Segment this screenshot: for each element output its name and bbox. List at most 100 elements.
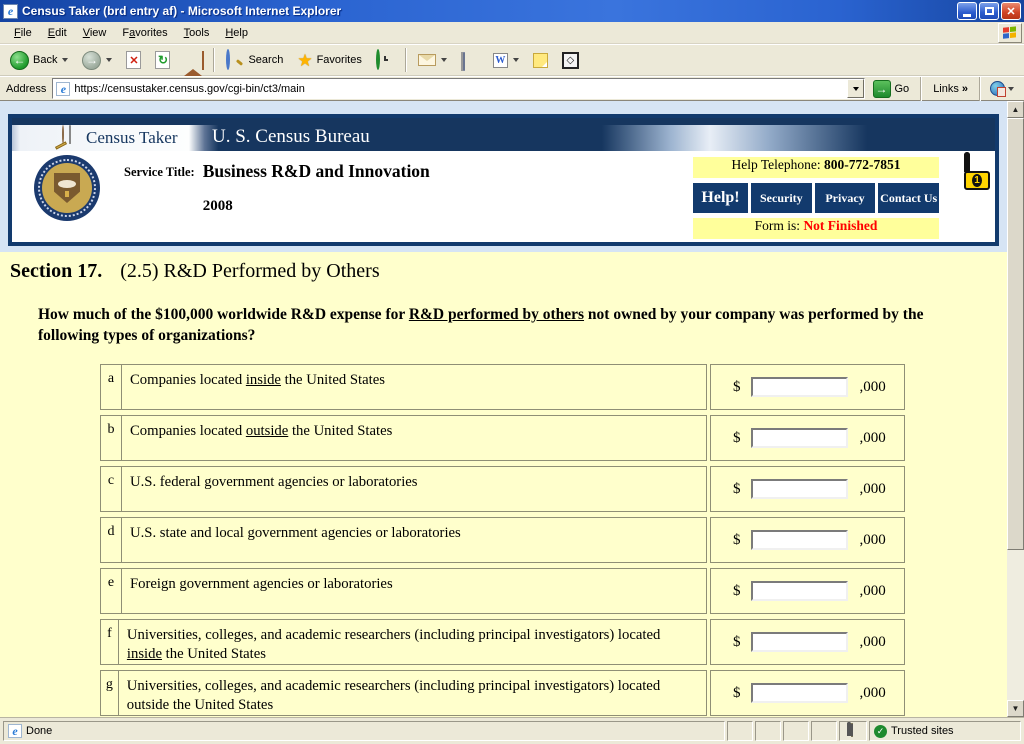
help-telephone: Help Telephone: 800-772-7851 [693, 157, 939, 178]
service-name: Business R&D and Innovation [203, 161, 430, 182]
home-button[interactable] [178, 46, 208, 74]
messenger-button[interactable]: ◇ [556, 46, 585, 74]
security-button[interactable]: Security [751, 183, 812, 213]
menu-tools[interactable]: Tools [176, 24, 218, 42]
amount-input-f[interactable] [751, 632, 848, 652]
glossary-link[interactable]: inside [246, 372, 281, 388]
mail-button[interactable] [412, 46, 453, 74]
mail-dropdown-icon[interactable] [441, 58, 447, 62]
page-header-band: Census Taker U. S. Census Bureau Service… [0, 101, 1007, 252]
status-panel [727, 721, 753, 741]
security-zone: ✓ Trusted sites [869, 721, 1021, 741]
status-panel [755, 721, 781, 741]
favorites-star-icon: ★ [297, 52, 312, 69]
status-lock-icon [847, 724, 859, 738]
links-button[interactable]: Links » [925, 83, 976, 95]
history-button[interactable] [370, 46, 400, 74]
menu-view[interactable]: View [75, 24, 115, 42]
search-button[interactable]: Search [220, 46, 289, 74]
status-lock-panel [839, 721, 867, 741]
menu-favorites[interactable]: Favorites [114, 24, 175, 42]
scroll-down-button[interactable]: ▼ [1007, 700, 1024, 717]
forward-button[interactable]: → [76, 46, 118, 74]
amount-input-g[interactable] [751, 683, 848, 703]
contact-us-button[interactable]: Contact Us [878, 183, 939, 213]
help-button[interactable]: Help! [693, 183, 748, 213]
form-status: Form is: Not Finished [693, 218, 939, 239]
translate-button[interactable] [984, 81, 1020, 96]
census-taker-mascot-icon [54, 126, 80, 150]
back-icon: ← [10, 51, 29, 70]
favorites-button[interactable]: ★ Favorites [291, 46, 368, 74]
refresh-button[interactable]: ↻ [149, 46, 176, 74]
windows-logo-icon [998, 23, 1022, 43]
go-button[interactable]: → Go [865, 80, 918, 98]
table-row-g: g Universities, colleges, and academic r… [100, 670, 1007, 716]
translate-dropdown-icon[interactable] [1008, 87, 1014, 91]
section-heading: Section 17.(2.5) R&D Performed by Others [0, 260, 1007, 290]
status-panel [811, 721, 837, 741]
notes-button[interactable] [527, 46, 554, 74]
address-input[interactable] [74, 80, 846, 97]
amount-cell: $ ,000 [710, 415, 905, 461]
addressbar-separator [920, 77, 922, 101]
search-icon [226, 51, 244, 69]
restore-button[interactable] [979, 2, 999, 20]
rd-performed-by-others-link[interactable]: R&D performed by others [409, 306, 584, 323]
glossary-link[interactable]: inside [127, 646, 162, 662]
answer-rows: a Companies located inside the United St… [100, 364, 1007, 716]
row-text: Universities, colleges, and academic res… [119, 671, 706, 715]
menu-edit[interactable]: Edit [40, 24, 75, 42]
table-row-d: d U.S. state and local government agenci… [100, 517, 1007, 563]
toolbar-separator [405, 48, 407, 72]
scrollbar-track[interactable] [1007, 550, 1024, 700]
menu-help[interactable]: Help [217, 24, 256, 42]
edit-dropdown-icon[interactable] [513, 58, 519, 62]
amount-cell: $ ,000 [710, 466, 905, 512]
forward-dropdown-icon[interactable] [106, 58, 112, 62]
census-bureau-seal [34, 155, 100, 221]
amount-cell: $ ,000 [710, 568, 905, 614]
scrollbar-thumb[interactable] [1007, 118, 1024, 550]
vertical-scrollbar[interactable]: ▲ ▼ [1007, 101, 1024, 717]
home-icon [184, 52, 202, 68]
address-field[interactable]: e [52, 78, 864, 99]
minimize-icon [963, 14, 971, 17]
row-text: Companies located inside the United Stat… [122, 365, 393, 409]
amount-input-b[interactable] [751, 428, 848, 448]
row-text: Companies located outside the United Sta… [122, 416, 400, 460]
row-letter: c [101, 467, 122, 511]
row-letter: f [101, 620, 119, 664]
table-row-e: e Foreign government agencies or laborat… [100, 568, 1007, 614]
stop-button[interactable]: ✕ [120, 46, 147, 74]
service-title-label: Service Title: [124, 165, 195, 215]
edit-with-word-button[interactable]: W [487, 46, 525, 74]
row-text: U.S. state and local government agencies… [122, 518, 469, 562]
word-icon: W [493, 53, 508, 68]
minimize-button[interactable] [957, 2, 977, 20]
menu-file[interactable]: File [6, 24, 40, 42]
back-button[interactable]: ← Back [4, 46, 74, 74]
close-button[interactable]: ✕ [1001, 2, 1021, 20]
secure-lock-icon: 1 [964, 155, 992, 187]
page-icon: e [56, 82, 70, 96]
back-dropdown-icon[interactable] [62, 58, 68, 62]
scroll-up-button[interactable]: ▲ [1007, 101, 1024, 118]
census-header-box: Census Taker U. S. Census Bureau Service… [8, 114, 999, 246]
window-title: Census Taker (brd entry af) - Microsoft … [22, 4, 957, 18]
amount-input-d[interactable] [751, 530, 848, 550]
privacy-button[interactable]: Privacy [815, 183, 876, 213]
links-chevron-icon[interactable]: » [962, 83, 968, 95]
glossary-link[interactable]: outside [246, 423, 288, 439]
amount-input-e[interactable] [751, 581, 848, 601]
ie-app-icon: e [3, 4, 18, 19]
row-text: Foreign government agencies or laborator… [122, 569, 401, 613]
table-row-a: a Companies located inside the United St… [100, 364, 1007, 410]
row-letter: d [101, 518, 122, 562]
address-dropdown-button[interactable] [847, 79, 864, 98]
question-text: How much of the $100,000 worldwide R&D e… [38, 304, 978, 346]
amount-input-a[interactable] [751, 377, 848, 397]
print-button[interactable] [455, 46, 485, 74]
section-number: Section 17. [10, 260, 102, 282]
amount-input-c[interactable] [751, 479, 848, 499]
